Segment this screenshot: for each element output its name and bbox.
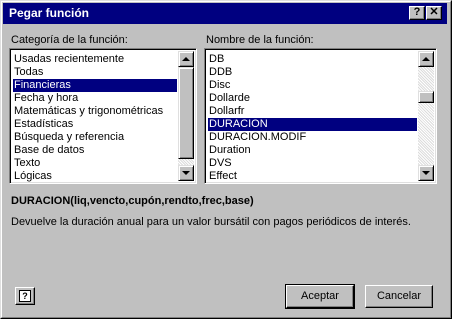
function-item[interactable]: Dollarfr	[208, 105, 417, 118]
function-description: Devuelve la duración anual para un valor…	[11, 216, 411, 228]
function-item[interactable]: Effect	[208, 170, 417, 183]
arrow-down-icon	[182, 171, 190, 175]
function-item[interactable]: Dollarde	[208, 92, 417, 105]
category-item[interactable]: Matemáticas y trigonométricas	[13, 105, 177, 118]
function-item[interactable]: DB	[208, 53, 417, 66]
ok-button[interactable]: Aceptar	[285, 284, 355, 309]
office-assistant-button[interactable]: ?	[15, 287, 35, 305]
scroll-down-button[interactable]	[178, 165, 194, 181]
dialog-title: Pegar función	[9, 6, 90, 20]
scroll-up-button[interactable]	[418, 51, 434, 67]
title-help-button[interactable]: ?	[409, 6, 425, 20]
function-item[interactable]: Duration	[208, 144, 417, 157]
category-item[interactable]: Búsqueda y referencia	[13, 131, 177, 144]
category-item-selected[interactable]: Financieras	[13, 79, 177, 92]
category-item[interactable]: Fecha y hora	[13, 92, 177, 105]
function-list[interactable]: DB DDB Disc Dollarde Dollarfr DURACION D…	[204, 48, 437, 184]
category-item[interactable]: Todas	[13, 66, 177, 79]
category-item[interactable]: Usadas recientemente	[13, 53, 177, 66]
category-item[interactable]: Texto	[13, 157, 177, 170]
paste-function-dialog: Pegar función ? ✕ Categoría de la funció…	[0, 0, 452, 319]
category-items: Usadas recientemente Todas Financieras F…	[13, 53, 177, 183]
category-item[interactable]: Base de datos	[13, 144, 177, 157]
arrow-up-icon	[182, 57, 190, 61]
arrow-up-icon	[422, 57, 430, 61]
function-item-selected[interactable]: DURACION	[208, 118, 417, 131]
close-button[interactable]: ✕	[426, 6, 442, 20]
function-item[interactable]: Disc	[208, 79, 417, 92]
function-item[interactable]: DVS	[208, 157, 417, 170]
cancel-button[interactable]: Cancelar	[365, 285, 433, 308]
function-items: DB DDB Disc Dollarde Dollarfr DURACION D…	[208, 53, 417, 183]
category-scrollbar[interactable]	[178, 51, 194, 181]
scroll-thumb[interactable]	[178, 67, 194, 159]
category-item[interactable]: Lógicas	[13, 170, 177, 183]
arrow-down-icon	[422, 171, 430, 175]
scroll-up-button[interactable]	[178, 51, 194, 67]
function-item[interactable]: DURACION.MODIF	[208, 131, 417, 144]
category-label: Categoría de la función:	[11, 34, 128, 46]
scroll-down-button[interactable]	[418, 165, 434, 181]
category-list[interactable]: Usadas recientemente Todas Financieras F…	[9, 48, 197, 184]
title-bar[interactable]: Pegar función ? ✕	[3, 3, 447, 24]
function-scrollbar[interactable]	[418, 51, 434, 181]
scroll-thumb[interactable]	[418, 91, 434, 103]
category-item[interactable]: Estadísticas	[13, 118, 177, 131]
function-name-label: Nombre de la función:	[206, 34, 314, 46]
function-signature: DURACION(liq,vencto,cupón,rendto,frec,ba…	[11, 195, 254, 207]
function-item[interactable]: DDB	[208, 66, 417, 79]
help-icon: ?	[19, 290, 31, 302]
